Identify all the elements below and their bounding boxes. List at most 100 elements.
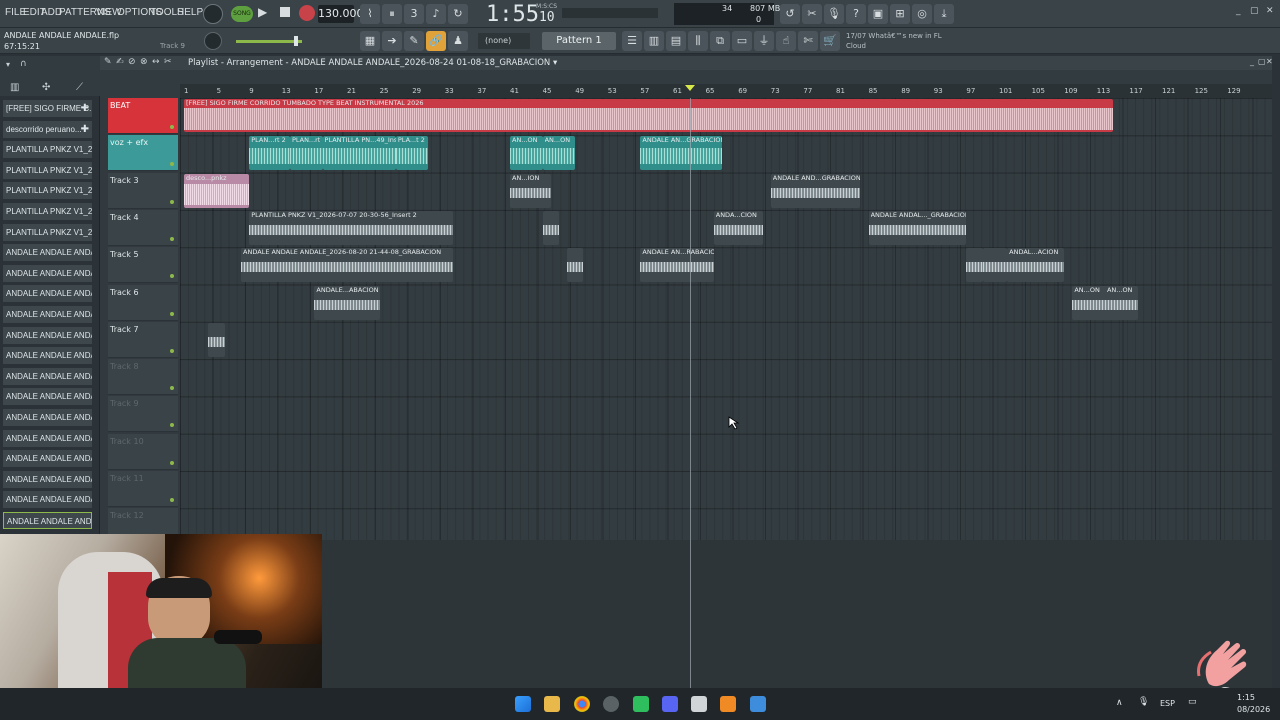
countdown-icon[interactable]: 3 (404, 4, 424, 24)
snap-select[interactable]: (none) (478, 33, 530, 49)
playlist-close-icon[interactable]: ✕ (1266, 57, 1273, 66)
metronome-icon[interactable]: ⌇ (360, 4, 380, 24)
monitor-tray-icon[interactable]: ▭ (1188, 697, 1197, 707)
track-header[interactable]: Track 9 (108, 396, 178, 433)
browser-view-icon[interactable]: ▥ (10, 82, 19, 93)
pencil-tool-icon[interactable]: ✎ (104, 57, 112, 67)
browser-item[interactable]: ANDALE ANDALE ANDALE_... (3, 450, 92, 468)
track-header[interactable]: Track 4 (108, 209, 178, 246)
help-icon[interactable]: ? (846, 4, 866, 24)
track-mute-led[interactable] (170, 162, 174, 167)
undo-icon[interactable]: ↺ (780, 4, 800, 24)
arrow-right-icon[interactable]: ➔ (382, 31, 402, 51)
start-icon[interactable] (515, 696, 531, 712)
piano-roll-icon[interactable]: ▥ (644, 31, 664, 51)
track-mute-led[interactable] (170, 274, 174, 279)
master-pitch-slider[interactable] (562, 8, 658, 18)
track-header[interactable]: BEAT (108, 98, 178, 134)
audio-clip[interactable] (208, 322, 225, 357)
scissors-icon[interactable]: ✄ (798, 31, 818, 51)
browser-item[interactable]: ANDALE ANDALE ANDALE_... (3, 244, 92, 262)
stamp-icon[interactable]: ♟ (448, 31, 468, 51)
audio-clip[interactable]: ANDALE AN...GRABACION (640, 136, 722, 171)
slip-tool-icon[interactable]: ↔ (152, 57, 160, 67)
blend-notes-icon[interactable]: ♪ (426, 4, 446, 24)
chrome-icon[interactable] (574, 696, 590, 712)
master-volume-knob[interactable] (204, 32, 222, 50)
link-icon[interactable]: 🔗 (426, 31, 446, 51)
audio-clip[interactable]: [FREE] SIGO FIRME CORRIDO TUMBADO TYPE B… (184, 99, 1114, 132)
audio-clip[interactable]: desco...pnkz (184, 173, 250, 208)
browser-item[interactable]: ANDALE ANDALE ANDALE_... (3, 264, 92, 282)
magnet-icon[interactable]: ∩ (20, 59, 27, 69)
add-icon[interactable]: ✚ (81, 100, 89, 117)
taskbar-clock[interactable]: 1:15 (1237, 693, 1255, 702)
tray-chevron-icon[interactable]: ∧ (1116, 698, 1123, 708)
tempo-display[interactable]: 130.000 (318, 5, 364, 23)
news-headline[interactable]: 17/07 Whatâ€™s new in FL (846, 32, 942, 40)
track-mute-led[interactable] (170, 236, 174, 241)
close-icon[interactable]: ✕ (1266, 6, 1274, 16)
playlist-restore-icon[interactable]: ▢ (1258, 57, 1266, 66)
audio-clip[interactable]: AN...ON (510, 136, 543, 171)
track-header[interactable]: Track 8 (108, 359, 178, 396)
browser-item[interactable]: PLANTILLA PNKZ V1_2026... (3, 182, 92, 200)
master-volume-slider[interactable] (236, 40, 302, 43)
browser-icon[interactable]: ▭ (732, 31, 752, 51)
browser-item[interactable]: ANDALE ANDALE ANDALE_... (3, 429, 92, 447)
plugin-icon[interactable]: ⧉ (710, 31, 730, 51)
browser-item[interactable]: PLANTILLA PNKZ V1_2026... (3, 203, 92, 220)
browser-item[interactable]: ANDALE ANDALE ANDALE_... (3, 388, 92, 406)
audio-clip[interactable]: PLAN...rt 2 (249, 136, 290, 171)
audio-clip[interactable]: ANDA...CION (713, 210, 763, 245)
pencil-icon[interactable]: ✎ (404, 31, 424, 51)
browser-item[interactable]: ANDALE ANDALE ANDALE_... (3, 347, 92, 365)
browser-tree-icon[interactable]: ✣ (42, 82, 50, 93)
audio-clip[interactable] (982, 248, 1008, 283)
audio-clip[interactable]: PLA...t 2 (395, 136, 429, 171)
track-header[interactable]: Track 10 (108, 433, 178, 470)
mic-tray-icon[interactable]: 🎙 (1138, 697, 1149, 707)
discord-icon[interactable] (662, 696, 678, 712)
browser-item[interactable]: descorrido peruano... ✚ (3, 120, 92, 138)
loop-record-icon[interactable]: ↻ (448, 4, 468, 24)
audio-clip[interactable]: ANDALE...ABACION (314, 285, 380, 320)
play-button[interactable]: ▶ (258, 5, 274, 23)
stop-button[interactable] (280, 7, 290, 17)
audio-clip[interactable]: PLANTILLA PNKZ V1_2026-07-07 20-30-56_In… (249, 210, 453, 245)
mixer-icon[interactable]: ⫼ (688, 31, 708, 51)
wait-input-icon[interactable]: ⏸ (382, 4, 402, 24)
browser-item[interactable]: ANDALE ANDALE ANDALE_... (3, 306, 92, 323)
audio-clip[interactable]: ANDALE AN...RABACION (640, 248, 714, 283)
browser-item[interactable]: ANDALE ANDALE ANDALE_... (3, 512, 92, 529)
track-mute-led[interactable] (170, 460, 174, 465)
touch-icon[interactable]: ☝ (776, 31, 796, 51)
chat-icon[interactable]: ◎ (912, 4, 932, 24)
audio-clip[interactable]: ANDALE ANDALE ANDALE_2026-08-20 21-44-08… (241, 248, 453, 283)
browser-item[interactable]: ANDALE ANDALE ANDALE_... (3, 326, 92, 344)
playlist-vertical-scrollbar[interactable] (1272, 70, 1280, 688)
audio-clip[interactable] (567, 248, 584, 283)
browser-item[interactable]: ANDALE ANDALE ANDALE_... (3, 285, 92, 303)
volume-slider-handle[interactable] (294, 36, 298, 46)
track-mute-led[interactable] (170, 199, 174, 204)
track-header[interactable]: Track 7 (108, 321, 178, 358)
file-explorer-icon[interactable] (544, 696, 560, 712)
track-mute-led[interactable] (170, 386, 174, 391)
notepad-icon[interactable] (750, 696, 766, 712)
browser-item[interactable]: ANDALE ANDALE ANDALE_... (3, 491, 92, 509)
pattern-select[interactable]: Pattern 1 (542, 32, 616, 50)
track-header[interactable]: voz + efx (108, 135, 178, 172)
browser-item[interactable]: ANDALE ANDALE ANDALE_... (3, 367, 92, 385)
song-mode-toggle[interactable]: SONG (231, 6, 253, 22)
download-icon[interactable]: ⤓ (934, 4, 954, 24)
delete-tool-icon[interactable]: ⊘ (128, 57, 136, 67)
track-mute-led[interactable] (170, 498, 174, 502)
audio-clip[interactable] (542, 210, 559, 245)
track-mute-led[interactable] (170, 348, 174, 353)
add-icon[interactable]: ✚ (81, 121, 89, 138)
browser-item[interactable]: PLANTILLA PNKZ V1_2026... (3, 223, 92, 241)
track-header[interactable]: Track 6 (108, 284, 178, 321)
track-mute-led[interactable] (170, 423, 174, 428)
track-mute-led[interactable] (170, 311, 174, 316)
